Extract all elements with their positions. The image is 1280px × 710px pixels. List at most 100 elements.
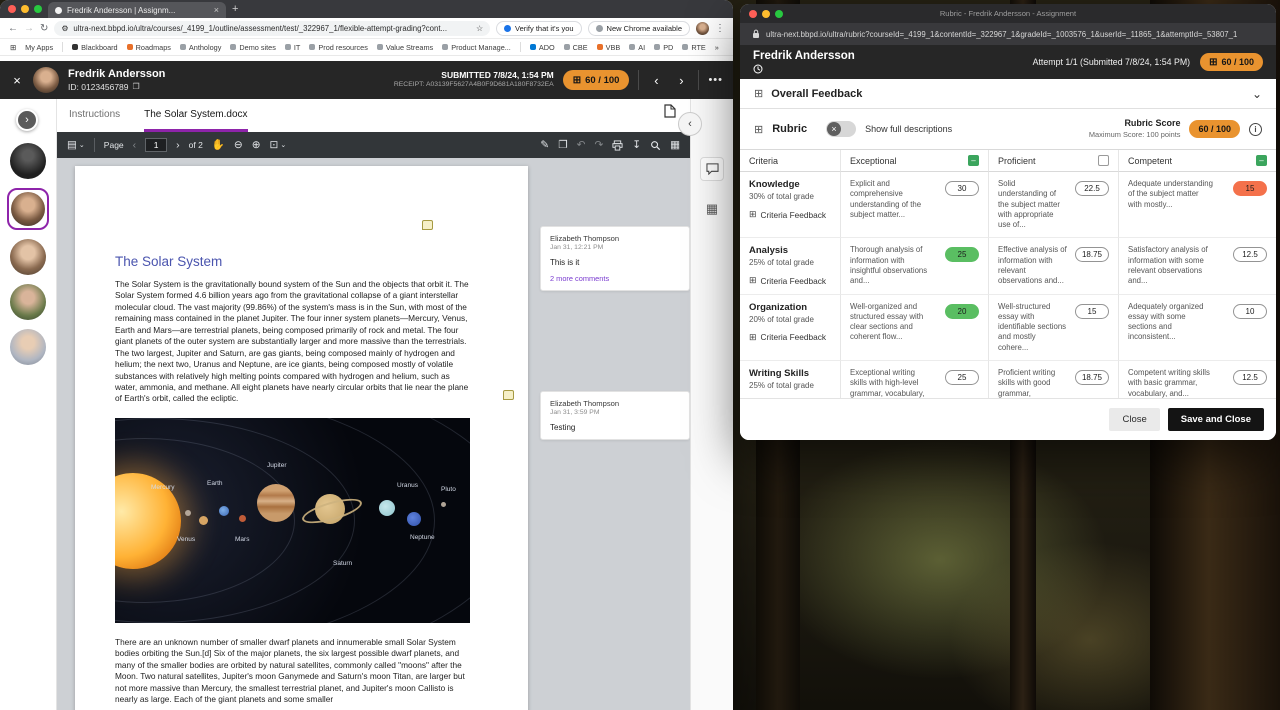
rubric-cell[interactable]: Explicit and comprehensive understanding… (840, 172, 988, 238)
next-student-button[interactable]: › (673, 73, 689, 88)
bookmark-item[interactable]: Roadmaps (127, 43, 171, 52)
reload-button[interactable]: ↻ (40, 23, 48, 34)
zoom-window-button[interactable] (775, 10, 783, 18)
selected-student[interactable] (7, 188, 49, 230)
rubric-cell[interactable]: Well-organized and structured essay with… (840, 295, 988, 361)
verify-identity-button[interactable]: Verify that it's you (496, 21, 582, 36)
criteria-feedback-button[interactable]: ⊞Criteria Feedback (749, 209, 831, 220)
bookmark-item[interactable]: Anthology (180, 43, 221, 52)
comment-card[interactable]: Elizabeth Thompson Jan 31, 3:59 PM Testi… (540, 391, 690, 440)
score-pill[interactable]: 30 (945, 181, 979, 196)
grade-pill[interactable]: ⊞ 60 / 100 (1200, 53, 1263, 71)
new-chrome-available-button[interactable]: New Chrome available (588, 21, 690, 36)
bookmark-item[interactable]: RTE (682, 43, 705, 52)
student-avatar-thumb[interactable] (10, 329, 46, 365)
zoom-window-button[interactable] (34, 5, 42, 13)
tab-document[interactable]: The Solar System.docx (144, 109, 247, 132)
overall-feedback-row[interactable]: ⊞ Overall Feedback ⌄ (740, 79, 1276, 109)
bookmarks-overflow-chevron-icon[interactable]: » (715, 43, 719, 52)
score-pill[interactable]: 12.5 (1233, 370, 1267, 385)
tab-close-icon[interactable]: × (214, 5, 219, 15)
score-pill[interactable]: 22.5 (1075, 181, 1109, 196)
forward-button[interactable]: → (24, 23, 34, 34)
profile-avatar[interactable] (696, 22, 709, 35)
grid-panel-button[interactable]: ▦ (700, 197, 724, 221)
criteria-feedback-button[interactable]: ⊞Criteria Feedback (749, 332, 831, 343)
bookmark-item[interactable]: Demo sites (230, 43, 276, 52)
column-select-checkbox[interactable]: – (1256, 155, 1267, 166)
bookmark-item[interactable]: PD (654, 43, 673, 52)
browser-tab[interactable]: Fredrik Andersson | Assignm... × (48, 2, 226, 18)
score-pill[interactable]: 25 (945, 370, 979, 385)
bookmark-item[interactable]: AI (629, 43, 645, 52)
bookmark-item[interactable]: Product Manage... (442, 43, 511, 52)
score-pill[interactable]: 25 (945, 247, 979, 262)
bookmark-star-icon[interactable]: ☆ (476, 24, 483, 33)
back-button[interactable]: ← (8, 23, 18, 34)
copy-pages-button[interactable]: ❐ (558, 140, 567, 151)
comment-marker-icon[interactable] (503, 390, 514, 400)
close-panel-button[interactable]: × (10, 73, 24, 88)
rubric-cell[interactable]: Adequate understanding of the subject ma… (1118, 172, 1276, 238)
rubric-cell[interactable]: Thorough analysis of information with in… (840, 238, 988, 294)
student-avatar-thumb[interactable] (10, 143, 46, 179)
grade-pill[interactable]: ⊞ 60 / 100 (563, 70, 630, 90)
minimize-window-button[interactable] (762, 10, 770, 18)
document-icon[interactable] (664, 104, 676, 123)
score-pill[interactable]: 18.75 (1075, 370, 1109, 385)
zoom-out-button[interactable]: ⊖ (234, 140, 243, 151)
next-page-button[interactable]: › (176, 140, 180, 151)
bookmark-item[interactable]: My Apps (25, 43, 53, 52)
bookmark-item[interactable]: VBB (597, 43, 621, 52)
bookmark-item[interactable]: IT (285, 43, 301, 52)
close-window-button[interactable] (749, 10, 757, 18)
comments-panel-button[interactable] (700, 157, 724, 181)
new-tab-button[interactable]: + (232, 4, 238, 15)
address-bar[interactable]: ⚙ ultra-next.bbpd.io/ultra/courses/_4199… (54, 21, 490, 36)
close-window-button[interactable] (8, 5, 16, 13)
student-avatar-thumb[interactable] (10, 239, 46, 275)
previous-page-button[interactable]: ‹ (133, 140, 137, 151)
zoom-in-button[interactable]: ⊕ (252, 140, 261, 151)
bookmark-item[interactable]: ADO (530, 43, 555, 52)
bookmark-item[interactable]: Prod resources (309, 43, 367, 52)
grid-view-button[interactable]: ▦ (670, 140, 680, 151)
collapse-panel-button[interactable]: ‹ (678, 112, 702, 136)
thumbnails-panel-button[interactable]: ▤⌄ (67, 140, 85, 151)
page-number-input[interactable] (145, 138, 167, 152)
undo-button[interactable]: ↶ (577, 140, 586, 151)
rubric-cell[interactable]: Adequately organized essay with some sec… (1118, 295, 1276, 361)
bookmark-item[interactable]: Value Streams (377, 43, 433, 52)
score-pill[interactable]: 18.75 (1075, 247, 1109, 262)
tab-instructions[interactable]: Instructions (69, 109, 120, 132)
copy-id-icon[interactable]: ❐ (133, 82, 140, 91)
info-icon[interactable]: i (1249, 123, 1262, 136)
comment-card[interactable]: Elizabeth Thompson Jan 31, 12:21 PM This… (540, 226, 690, 291)
print-button[interactable] (612, 140, 623, 151)
rubric-cell[interactable]: Solid understanding of the subject matte… (988, 172, 1118, 238)
previous-student-button[interactable]: ‹ (648, 73, 664, 88)
bookmark-item[interactable]: CBE (564, 43, 588, 52)
score-pill[interactable]: 15 (1075, 304, 1109, 319)
save-and-close-button[interactable]: Save and Close (1168, 408, 1264, 431)
student-avatar-thumb[interactable] (10, 284, 46, 320)
rubric-cell[interactable]: Satisfactory analysis of information wit… (1118, 238, 1276, 294)
annotate-button[interactable]: ✎ (540, 140, 549, 151)
rubric-cell[interactable]: Well-structured essay with identifiable … (988, 295, 1118, 361)
close-button[interactable]: Close (1109, 408, 1159, 431)
apps-grid-icon[interactable]: ⊞ (10, 43, 16, 52)
redo-button[interactable]: ↷ (594, 140, 603, 151)
search-button[interactable] (650, 140, 661, 151)
more-options-button[interactable]: ••• (708, 74, 723, 86)
download-button[interactable]: ↧ (632, 140, 641, 151)
browser-menu-button[interactable]: ⋮ (715, 23, 725, 34)
criteria-feedback-button[interactable]: ⊞Criteria Feedback (749, 275, 831, 286)
fit-page-button[interactable]: ⊡⌄ (270, 140, 287, 151)
rubric-cell[interactable]: Effective analysis of information with r… (988, 238, 1118, 294)
bookmark-item[interactable]: Blackboard (72, 43, 118, 52)
score-pill[interactable]: 12.5 (1233, 247, 1267, 262)
comment-marker-icon[interactable] (422, 220, 433, 230)
score-pill[interactable]: 15 (1233, 181, 1267, 196)
column-select-checkbox[interactable] (1098, 155, 1109, 166)
site-settings-icon[interactable]: ⚙ (61, 24, 68, 33)
